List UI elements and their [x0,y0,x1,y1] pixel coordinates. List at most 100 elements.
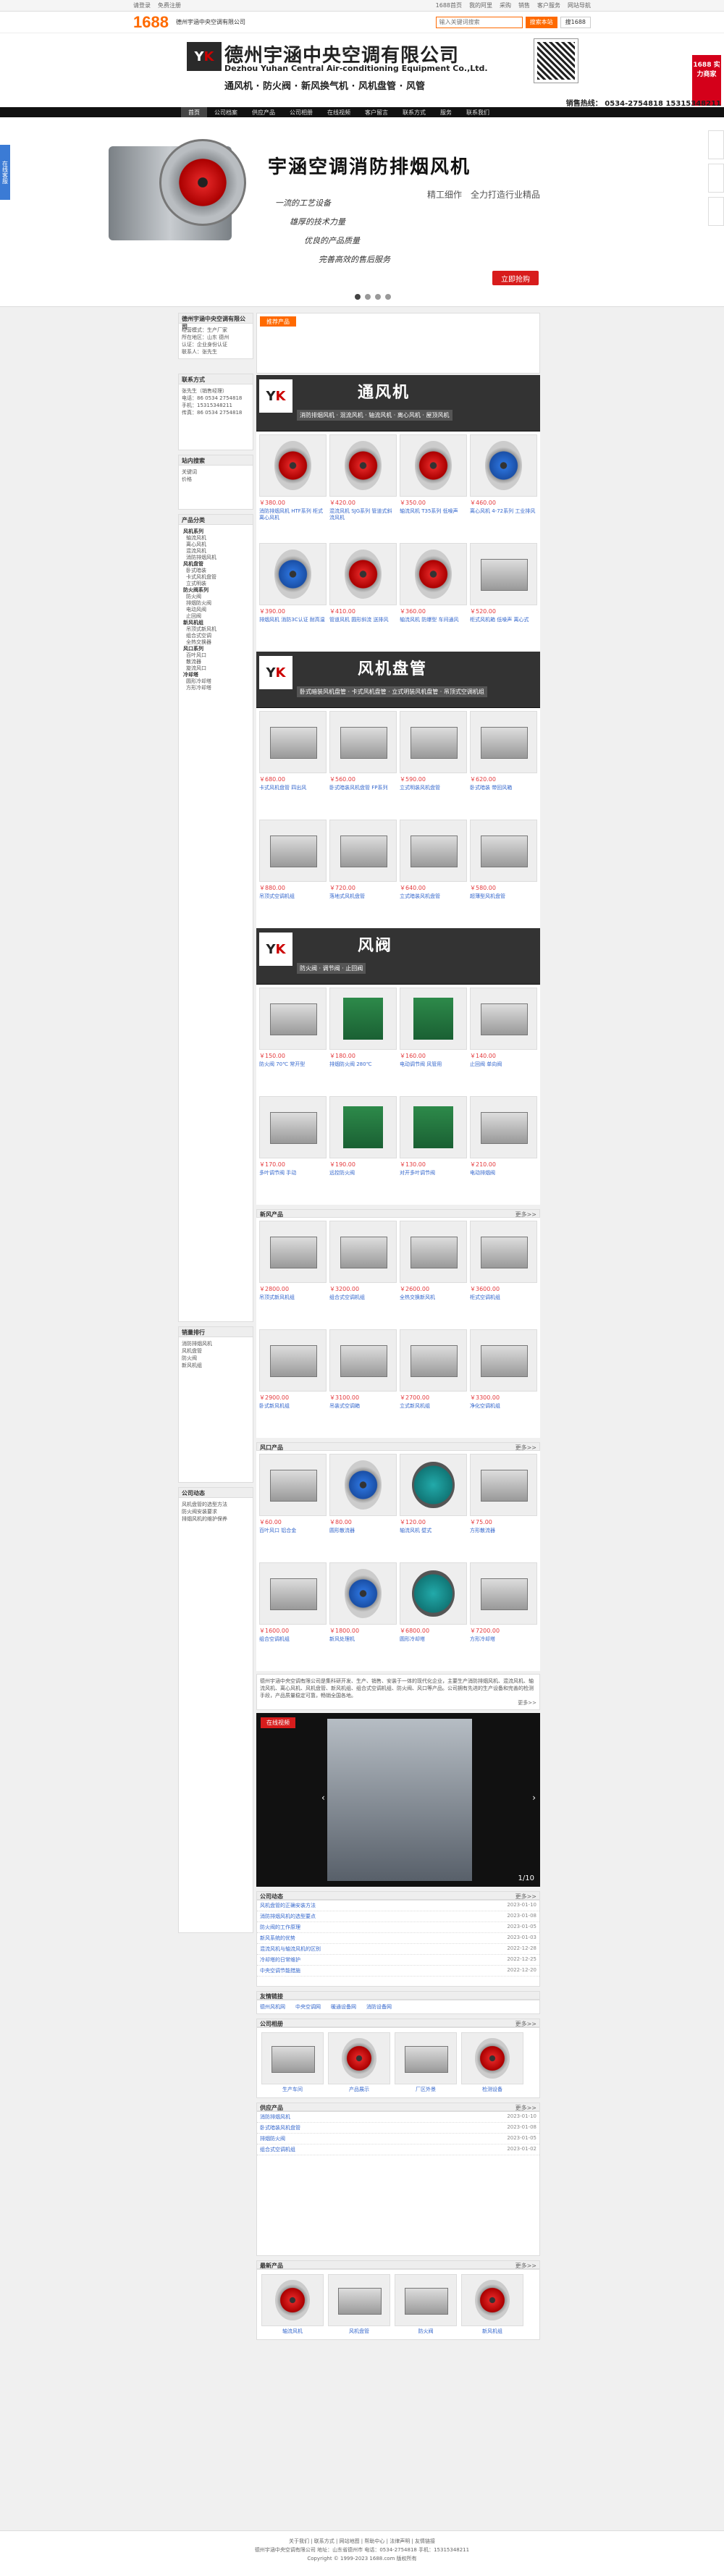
friend-link[interactable]: 中央空调网 [295,2003,321,2011]
thumb-caption[interactable]: 厂区外景 [395,2086,457,2093]
nav-service[interactable]: 服务 [433,107,459,117]
topbar-my[interactable]: 我的阿里 [469,1,492,9]
left-news-item[interactable]: 排烟风机的维护保养 [182,1515,250,1523]
more-link[interactable]: 更多>> [515,2104,536,2111]
product-name[interactable]: 卧式新风机组 [259,1403,327,1423]
thumb-caption[interactable]: 风机盘管 [328,2328,390,2335]
product-image[interactable] [400,434,467,497]
thumb-item[interactable]: 新风机组 [461,2274,523,2335]
product-image[interactable] [329,711,397,773]
product-image[interactable] [470,1221,537,1283]
nav-album[interactable]: 公司相册 [282,107,320,117]
product-card[interactable]: ￥2600.00 全热交换新风机 [400,1221,467,1326]
category-item[interactable]: 组合式空调 [182,632,250,639]
list-item-title[interactable]: 混流风机与轴流风机的区别 [260,1945,321,1953]
product-name[interactable]: 全热交换新风机 [400,1295,467,1314]
list-item-title[interactable]: 卧式暗装风机盘管 [260,2124,300,2131]
list-item[interactable]: 排烟防火阀 2023-01-05 [257,2134,539,2144]
product-image[interactable] [400,1329,467,1392]
product-name[interactable]: 吊顶式空调机组 [259,893,327,913]
topbar-sitemap[interactable]: 网站导航 [568,1,591,9]
product-name[interactable]: 圆形散流器 [329,1528,397,1547]
category-item[interactable]: 电动风阀 [182,606,250,613]
list-item-title[interactable]: 新风系统的优势 [260,1935,295,1942]
product-image[interactable] [329,1562,397,1625]
nav-products[interactable]: 供应产品 [245,107,282,117]
hot-item[interactable]: 新风机组 [182,1362,250,1369]
thumb-image[interactable] [395,2032,457,2084]
video-frame[interactable] [327,1719,472,1881]
product-image[interactable] [470,1562,537,1625]
product-name[interactable]: 方形散流器 [470,1528,537,1547]
product-card[interactable]: ￥560.00 卧式暗装风机盘管 FP系列 [329,711,397,817]
more-link[interactable]: 更多>> [515,1211,536,1218]
thumb-item[interactable]: 风机盘管 [328,2274,390,2335]
hot-item[interactable]: 消防排烟风机 [182,1340,250,1347]
product-image[interactable] [259,543,327,605]
product-name[interactable]: 立式明装风机盘管 [400,785,467,804]
online-service-tab[interactable]: 在线客服 [0,145,10,200]
product-card[interactable]: ￥350.00 轴流风机 T35系列 低噪声 [400,434,467,540]
product-image[interactable] [259,1221,327,1283]
product-card[interactable]: ￥590.00 立式明装风机盘管 [400,711,467,817]
product-card[interactable]: ￥2900.00 卧式新风机组 [259,1329,327,1435]
product-card[interactable]: ￥80.00 圆形散流器 [329,1454,397,1560]
video-player[interactable]: 在线视频 ‹ › 1/10 [256,1713,540,1887]
product-name[interactable]: 百叶风口 铝合金 [259,1528,327,1547]
category-item[interactable]: 吊顶式新风机 [182,626,250,632]
product-image[interactable] [400,711,467,773]
list-item[interactable]: 组合式空调机组 2023-01-02 [257,2144,539,2155]
product-image[interactable] [259,1329,327,1392]
nav-contact[interactable]: 联系方式 [395,107,433,117]
product-image[interactable] [470,543,537,605]
category-item[interactable]: 卧式暗装 [182,567,250,573]
nav-video[interactable]: 在线视频 [320,107,358,117]
category-item[interactable]: 风机系列 [182,528,250,534]
category-item[interactable]: 离心风机 [182,541,250,547]
product-name[interactable]: 组合空调机组 [259,1636,327,1656]
product-image[interactable] [329,1454,397,1516]
next-arrow-icon[interactable]: › [532,1793,536,1803]
thumb-caption[interactable]: 检测设备 [461,2086,523,2093]
category-item[interactable]: 防火阀 [182,593,250,599]
thumb-caption[interactable]: 轴流风机 [261,2328,324,2335]
product-image[interactable] [400,543,467,605]
left-news-item[interactable]: 防火阀安装要求 [182,1508,250,1515]
product-card[interactable]: ￥6800.00 圆形冷却塔 [400,1562,467,1668]
product-card[interactable]: ￥7200.00 方形冷却塔 [470,1562,537,1668]
product-image[interactable] [259,711,327,773]
float-tool[interactable] [708,130,724,159]
product-name[interactable]: 轴流风机 壁式 [400,1528,467,1547]
product-card[interactable]: ￥60.00 百叶风口 铝合金 [259,1454,327,1560]
product-name[interactable]: 吊顶式新风机组 [259,1295,327,1314]
product-card[interactable]: ￥150.00 防火阀 70℃ 常开型 [259,988,327,1093]
category-item[interactable]: 立式明装 [182,580,250,586]
product-image[interactable] [400,820,467,882]
list-item-title[interactable]: 组合式空调机组 [260,2146,295,2153]
list-item-title[interactable]: 防火阀的工作原理 [260,1924,300,1931]
thumb-caption[interactable]: 防火阀 [395,2328,457,2335]
product-image[interactable] [470,820,537,882]
product-image[interactable] [470,1329,537,1392]
product-name[interactable]: 消防排烟风机 HTF系列 柜式离心风机 [259,508,327,528]
thumb-image[interactable] [328,2274,390,2326]
product-name[interactable]: 止回阀 单向阀 [470,1061,537,1081]
product-card[interactable]: ￥380.00 消防排烟风机 HTF系列 柜式离心风机 [259,434,327,540]
product-image[interactable] [259,820,327,882]
thumb-caption[interactable]: 产品展示 [328,2086,390,2093]
product-image[interactable] [259,434,327,497]
product-card[interactable]: ￥1800.00 新风处理机 [329,1562,397,1668]
product-name[interactable]: 超薄型风机盘管 [470,893,537,913]
product-name[interactable]: 圆形冷却塔 [400,1636,467,1656]
float-tool[interactable] [708,197,724,226]
product-card[interactable]: ￥580.00 超薄型风机盘管 [470,820,537,925]
product-name[interactable]: 电动调节阀 风管用 [400,1061,467,1081]
product-name[interactable]: 立式新风机组 [400,1403,467,1423]
product-name[interactable]: 落地式风机盘管 [329,893,397,913]
product-card[interactable]: ￥1600.00 组合空调机组 [259,1562,327,1668]
left-news-item[interactable]: 风机盘管的选型方法 [182,1501,250,1508]
list-item[interactable]: 混流风机与轴流风机的区别 2022-12-28 [257,1944,539,1955]
product-card[interactable]: ￥2800.00 吊顶式新风机组 [259,1221,327,1326]
search-site-button[interactable]: 搜索本站 [525,16,557,28]
product-card[interactable]: ￥2700.00 立式新风机组 [400,1329,467,1435]
